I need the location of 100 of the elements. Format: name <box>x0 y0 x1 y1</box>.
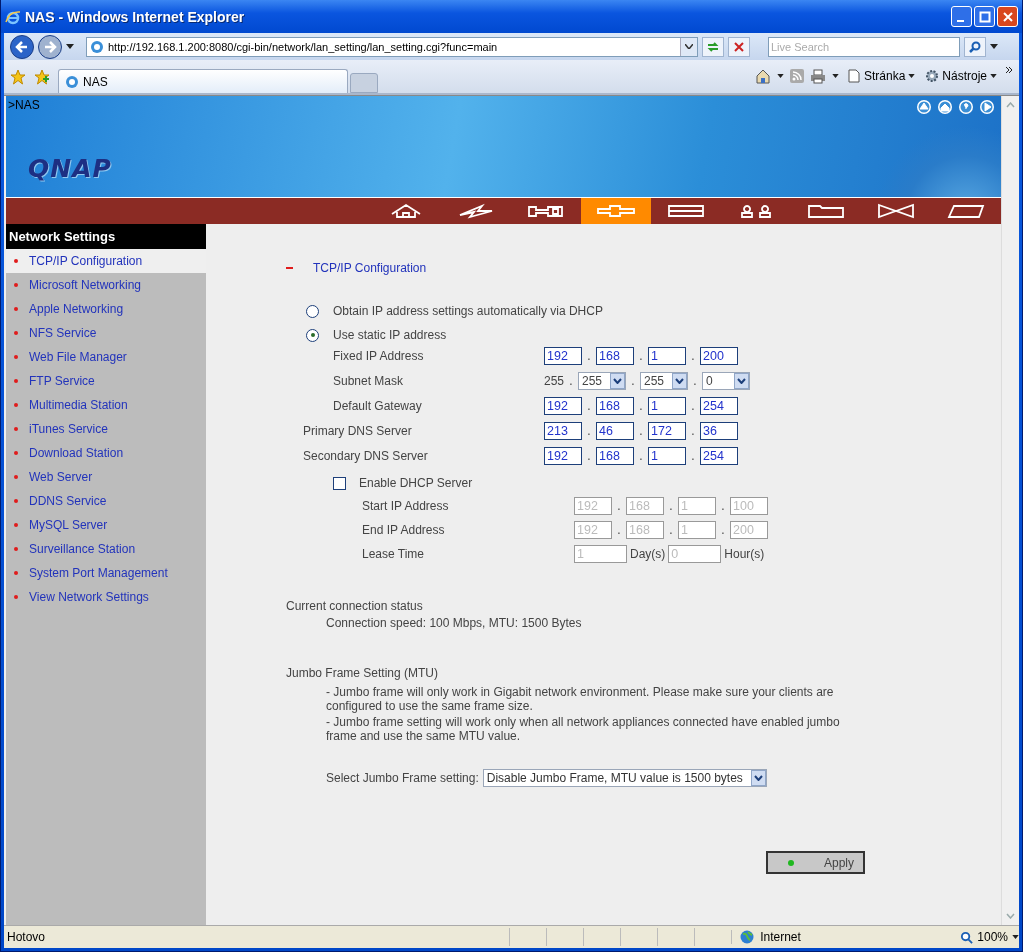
octet-text: 255 <box>544 374 564 388</box>
radio-button[interactable] <box>306 304 319 318</box>
sidebar-item[interactable]: Web Server <box>6 465 206 489</box>
caret-icon <box>737 378 746 384</box>
field-label: Primary DNS Server <box>303 424 413 438</box>
status-heading: Current connection status <box>286 599 424 615</box>
search-button[interactable] <box>964 36 986 57</box>
minimize-button[interactable] <box>951 6 972 27</box>
stop-button[interactable] <box>728 36 750 57</box>
octet-field[interactable]: 192 <box>544 447 582 465</box>
octet-field[interactable]: 192 <box>544 347 582 365</box>
zone-indicator: Internet <box>731 930 957 944</box>
add-favorite-icon[interactable] <box>34 69 50 85</box>
apply-button[interactable]: Apply <box>766 851 865 874</box>
note-text: - Jumbo frame will only work in Gigabit network environment. Please make sure your clients are configured to use the same frame size. <box>325 685 835 713</box>
help-icon[interactable] <box>958 99 974 115</box>
star-icon[interactable] <box>10 69 26 85</box>
chevron-icon <box>1005 66 1013 74</box>
sidebar-item[interactable]: TCP/IP Configuration <box>6 249 206 273</box>
sidebar-item[interactable]: MySQL Server <box>6 513 206 537</box>
octet-field[interactable]: 1 <box>648 447 686 465</box>
octet-field[interactable]: 172 <box>648 422 686 440</box>
dropdown-button[interactable] <box>680 37 697 56</box>
sidebar-item[interactable]: Download Station <box>6 441 206 465</box>
sidebar-item[interactable]: NFS Service <box>6 321 206 345</box>
octet-field[interactable]: 254 <box>700 397 738 415</box>
back-button[interactable] <box>10 34 34 59</box>
maximize-button[interactable] <box>974 6 995 27</box>
sidebar-item[interactable]: FTP Service <box>6 369 206 393</box>
sidebar-item[interactable]: View Network Settings <box>6 585 206 609</box>
unit-label: Day(s) <box>629 546 667 561</box>
sidebar-title: Network Settings <box>6 224 206 249</box>
sidebar-item[interactable]: Apple Networking <box>6 297 206 321</box>
caret-icon[interactable] <box>66 44 74 49</box>
browser-tab[interactable]: NAS <box>58 69 348 93</box>
octet-field[interactable]: 254 <box>700 447 738 465</box>
field-label: End IP Address <box>362 522 446 537</box>
octet-field[interactable]: 200 <box>700 347 738 365</box>
caret-icon <box>685 44 693 49</box>
radio-option[interactable]: Obtain IP address settings automatically via DHCP <box>306 303 1001 319</box>
status-text: Connection speed: 100 Mbps, MTU: 1500 Bytes <box>325 616 583 630</box>
close-button[interactable] <box>997 6 1018 27</box>
field-label: Lease Time <box>362 546 426 561</box>
radio-option[interactable]: Use static IP address <box>306 327 1001 343</box>
mtu-dropdown[interactable]: Disable Jumbo Frame, MTU value is 1500 bytes <box>482 769 767 787</box>
octet-field[interactable]: 168 <box>596 447 634 465</box>
globe-icon <box>740 930 755 944</box>
home-icon[interactable] <box>937 99 953 115</box>
caret-icon[interactable] <box>831 74 839 78</box>
sidebar-item[interactable]: Surveillance Station <box>6 537 206 561</box>
octet-dropdown[interactable]: 255 <box>640 372 688 390</box>
sidebar-item[interactable]: iTunes Service <box>6 417 206 441</box>
octet-field[interactable]: 1 <box>648 397 686 415</box>
octet-field[interactable]: 192 <box>544 397 582 415</box>
unit-label: Hour(s) <box>723 546 766 561</box>
browser-logo-icon <box>5 8 21 25</box>
octet-field[interactable]: 168 <box>596 347 634 365</box>
caret-icon <box>613 378 622 384</box>
page-menu-button[interactable]: Stránka <box>844 69 918 83</box>
dot-separator: . <box>668 522 674 537</box>
octet-field[interactable]: 168 <box>596 397 634 415</box>
dot-separator: . <box>630 374 636 388</box>
sidebar-item[interactable]: Microsoft Networking <box>6 273 206 297</box>
dot-separator: . <box>586 399 592 413</box>
sidebar-item[interactable]: System Port Management <box>6 561 206 585</box>
octet-field[interactable]: 213 <box>544 422 582 440</box>
radio-button[interactable] <box>306 328 319 342</box>
search-field[interactable]: Live Search <box>768 36 960 57</box>
dot-separator: . <box>586 424 592 438</box>
window-title: NAS - Windows Internet Explorer <box>25 8 245 25</box>
next-icon[interactable] <box>979 99 995 115</box>
caret-icon[interactable] <box>990 44 998 49</box>
sidebar-item[interactable]: Web File Manager <box>6 345 206 369</box>
dot-separator: . <box>638 424 644 438</box>
search-icon <box>968 39 982 54</box>
field-label: Subnet Mask <box>333 374 405 388</box>
forward-button[interactable] <box>38 34 62 59</box>
minimize-icon <box>957 19 964 22</box>
home-icon[interactable] <box>754 68 771 84</box>
refresh-button[interactable] <box>702 36 724 57</box>
octet-field[interactable]: 1 <box>648 347 686 365</box>
dot-separator: . <box>720 522 726 537</box>
up-icon[interactable] <box>916 99 932 115</box>
sidebar-item[interactable]: DDNS Service <box>6 489 206 513</box>
dot-separator: . <box>690 449 696 463</box>
field-label: Default Gateway <box>333 399 423 413</box>
caret-icon <box>675 378 684 384</box>
octet-field[interactable]: 36 <box>700 422 738 440</box>
octet-dropdown[interactable]: 255 <box>578 372 626 390</box>
sidebar-item[interactable]: Multimedia Station <box>6 393 206 417</box>
tools-menu-button[interactable]: Nástroje <box>923 69 999 83</box>
printer-icon[interactable] <box>809 68 826 84</box>
section-title: TCP/IP Configuration <box>313 261 427 275</box>
zoom-control[interactable]: 100% <box>960 930 1019 944</box>
octet-dropdown[interactable]: 0 <box>702 372 750 390</box>
dot-separator: . <box>690 349 696 363</box>
caret-icon[interactable] <box>776 74 784 78</box>
page-icon <box>846 69 861 83</box>
octet-field[interactable]: 46 <box>596 422 634 440</box>
address-field[interactable]: http://192.168.1.200:8080/cgi-bin/network/lan_setting/lan_setting.cgi?func=main <box>86 36 698 57</box>
